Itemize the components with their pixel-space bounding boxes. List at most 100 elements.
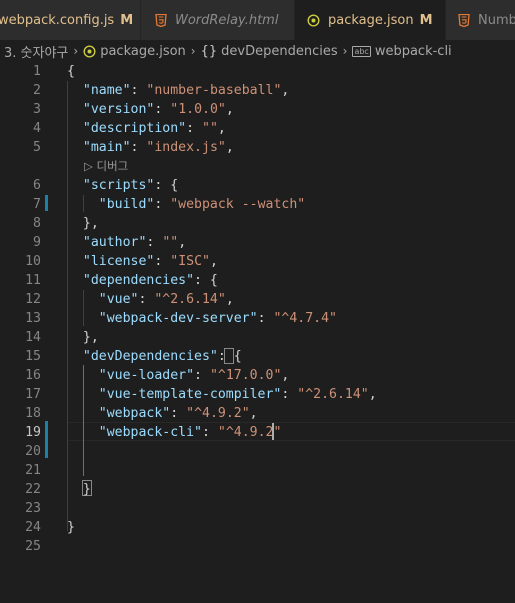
breadcrumb-section[interactable]: devDependencies [221,44,337,59]
json-punctuation [67,368,99,383]
json-punctuation: : [130,83,147,98]
code-line[interactable]: 15 "devDependencies": { [0,347,515,366]
tab-package-json[interactable]: package.json M [295,0,445,40]
tab-webpack-config[interactable]: webpack.config.js M ✕ [0,0,155,40]
code-text: "dependencies": { [67,271,218,290]
line-number: 6 [33,178,41,193]
tab-wordrelay[interactable]: WordRelay.html [141,0,294,40]
code-line[interactable]: 19 "webpack-cli": "^4.9.2" [0,423,515,442]
code-line[interactable]: 23 [0,499,515,518]
chevron-right-icon: › [190,44,196,58]
code-text: "author": "", [67,233,186,252]
code-line[interactable]: 5 "main": "index.js", [0,138,515,157]
code-text: "devDependencies": { [67,347,242,366]
html5-icon [155,13,167,27]
json-punctuation: , [249,406,258,421]
code-line[interactable]: 4 "description": "", [0,119,515,138]
line-number: 13 [25,311,41,326]
code-editor[interactable]: ▷ 디버그 1{2 "name": "number-baseball", 3 "v… [0,62,515,603]
code-line[interactable]: 7 "build": "webpack --watch" [0,195,515,214]
object-braces-icon: {} [200,43,218,59]
json-punctuation: , [217,121,226,136]
json-punctuation: : [186,121,202,136]
code-line[interactable]: 12 "vue": "^2.6.14", [0,290,515,309]
json-key: "description" [82,121,187,136]
code-text: "description": "", [67,119,226,138]
code-text: "vue-template-compiler": "^2.6.14", [67,385,377,404]
json-punctuation [67,292,99,307]
json-key: "vue" [98,292,139,307]
code-line[interactable]: 11 "dependencies": { [0,271,515,290]
line-number: 21 [25,463,41,478]
code-line[interactable]: 2 "name": "number-baseball", [0,81,515,100]
code-line[interactable]: 6 "scripts": { [0,176,515,195]
code-text: } [67,480,91,499]
chevron-right-icon: › [342,44,348,58]
code-line[interactable]: 1{ [0,62,515,81]
json-key: "build" [98,197,155,212]
codelens-label: 디버그 [96,159,129,173]
json-punctuation [67,406,99,421]
line-number: 25 [25,539,41,554]
json-string: "" [162,235,179,250]
line-number: 12 [25,292,41,307]
code-line[interactable]: 17 "vue-template-compiler": "^2.6.14", [0,385,515,404]
line-number: 5 [33,140,41,155]
code-line[interactable]: 13 "webpack-dev-server": "^4.7.4" [0,309,515,328]
json-punctuation [67,425,99,440]
json-string: "^4.9.2" [186,406,250,421]
code-text: "name": "number-baseball", [67,81,289,100]
code-line[interactable]: 21 [0,461,515,480]
line-number: 23 [25,501,41,516]
tab-number[interactable]: Numbe [446,0,515,40]
json-punctuation: : [154,102,171,117]
json-punctuation [67,273,83,288]
line-number: 10 [25,254,41,269]
json-punctuation: : [154,254,171,269]
json-punctuation: : [257,311,274,326]
json-string: "ISC" [170,254,210,269]
code-line[interactable]: 14 }, [0,328,515,347]
code-line[interactable]: 3 "version": "1.0.0", [0,100,515,119]
line-number: 11 [25,273,41,288]
code-line[interactable]: 8 }, [0,214,515,233]
json-punctuation [67,311,99,326]
json-key: "version" [82,102,155,117]
json-key: "name" [82,83,131,98]
json-punctuation [67,102,83,117]
code-line[interactable]: 20 [0,442,515,461]
json-punctuation: , [281,83,290,98]
json-punctuation [67,140,83,155]
line-number: 3 [33,102,41,117]
code-text: "scripts": { [67,176,178,195]
code-text: }, [67,328,99,347]
code-line[interactable]: 24} [0,518,515,537]
code-text: "version": "1.0.0", [67,100,234,119]
json-punctuation: : { [194,273,218,288]
code-text: "main": "index.js", [67,138,234,157]
json-punctuation: : { [217,349,242,364]
code-text: }, [67,214,99,233]
breadcrumb-leaf[interactable]: webpack-cli [375,44,452,59]
tab-label: WordRelay.html [175,12,279,28]
breadcrumb-folder[interactable]: 3. 숫자야구 [4,42,68,61]
code-line[interactable]: 22 } [0,480,515,499]
json-punctuation [67,197,99,212]
code-line[interactable]: 9 "author": "", [0,233,515,252]
breadcrumb-file[interactable]: package.json [100,44,186,59]
json-string: "number-baseball" [146,83,282,98]
json-key: "webpack-cli" [98,425,202,440]
code-text: { [67,62,75,81]
code-line[interactable]: 18 "webpack": "^4.9.2", [0,404,515,423]
string-abc-icon: abc [352,45,371,57]
json-punctuation: : { [154,178,179,193]
json-punctuation: } [67,482,91,497]
line-number: 20 [25,444,41,459]
debug-codelens[interactable]: ▷ 디버그 [84,157,128,176]
code-line[interactable]: 25 [0,537,515,556]
line-number: 16 [25,368,41,383]
code-text: "webpack-cli": "^4.9.2" [67,423,282,442]
json-punctuation: }, [67,330,99,345]
code-line[interactable]: 16 "vue-loader": "^17.0.0", [0,366,515,385]
code-line[interactable]: 10 "license": "ISC", [0,252,515,271]
